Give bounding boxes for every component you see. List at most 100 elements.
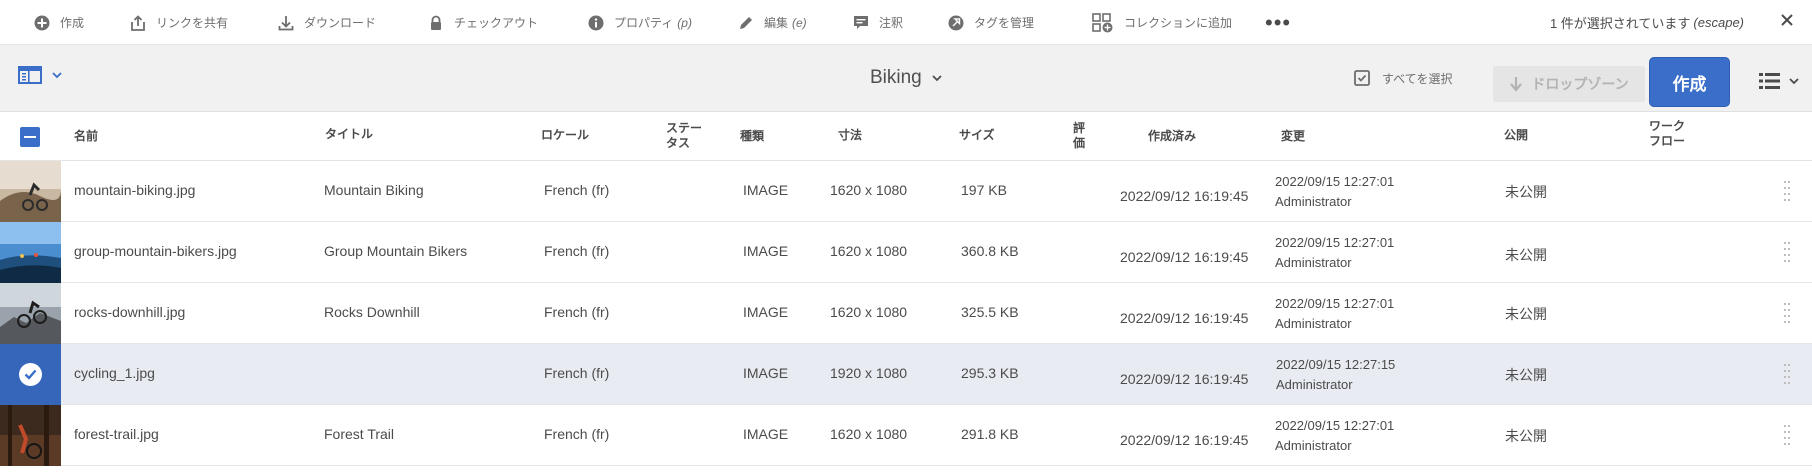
column-header-published[interactable]: 公開 [1504, 128, 1528, 143]
selection-status-text: 1 件が選択されています [1549, 16, 1691, 31]
row-name: mountain-biking.jpg [74, 182, 196, 198]
close-selection-button[interactable] [1780, 13, 1794, 32]
chevron-down-icon [1789, 78, 1799, 85]
row-title: Mountain Biking [324, 182, 424, 198]
row-dimensions: 1620 x 1080 [830, 426, 908, 442]
column-header-name[interactable]: 名前 [74, 129, 98, 144]
column-header-status[interactable]: ステー タス [666, 121, 702, 151]
info-icon [588, 15, 604, 30]
table-row[interactable]: mountain-biking.jpg Mountain Biking Fren… [0, 161, 1812, 222]
share-icon [131, 14, 145, 31]
dropzone-button[interactable]: ドロップゾーン [1493, 66, 1645, 102]
column-header-rating-line1: 評 [1073, 121, 1086, 135]
properties-action-label: プロパティ [614, 16, 674, 30]
column-header-workflow-line2: フロー [1649, 134, 1686, 148]
add-to-collection-action-label: コレクションに追加 [1124, 16, 1233, 30]
header-select-checkbox[interactable] [20, 127, 40, 147]
row-modified-date: 2022/09/15 12:27:01 [1275, 296, 1395, 311]
row-modified-date: 2022/09/15 12:27:01 [1275, 418, 1395, 433]
row-name: cycling_1.jpg [74, 365, 155, 381]
rail-toggle-button[interactable] [18, 65, 62, 85]
manage-tags-action[interactable]: タグを管理 [948, 0, 1034, 45]
row-size: 197 KB [961, 182, 1007, 198]
share-link-action[interactable]: リンクを共有 [130, 0, 228, 45]
table-row[interactable]: forest-trail.jpg Forest Trail French (fr… [0, 405, 1812, 466]
column-header-status-line1: ステー [666, 121, 703, 135]
create-action[interactable]: 作成 [34, 0, 84, 45]
row-dimensions: 1620 x 1080 [830, 304, 908, 320]
column-header-status-line2: タス [666, 136, 691, 150]
table-row[interactable]: group-mountain-bikers.jpg Group Mountain… [0, 222, 1812, 283]
row-created: 2022/09/12 16:19:45 [1120, 188, 1249, 204]
row-modified-by: Administrator [1276, 377, 1353, 392]
folder-title-dropdown[interactable]: Biking [870, 63, 942, 93]
annotate-action[interactable]: 注釈 [853, 0, 903, 45]
thumbnail-group-mountain-bikers[interactable] [0, 222, 61, 283]
select-all-label: すべてを選択 [1382, 71, 1453, 86]
drag-handle[interactable] [1784, 242, 1790, 267]
thumbnail-rocks-downhill[interactable] [0, 283, 61, 344]
row-modified-by: Administrator [1275, 316, 1352, 331]
thumbnail-cycling-1[interactable] [0, 344, 61, 405]
row-name: group-mountain-bikers.jpg [74, 243, 237, 259]
drag-handle-icon [1784, 242, 1790, 262]
rail-panel-icon [18, 66, 42, 84]
row-size: 291.8 KB [961, 426, 1019, 442]
row-type: IMAGE [743, 304, 789, 320]
checkout-action[interactable]: チェックアウト [428, 0, 538, 45]
header-bar: Biking すべてを選択 ドロップゾーン 作成 [0, 45, 1812, 112]
table-row-selected[interactable]: cycling_1.jpg French (fr) IMAGE 1920 x 1… [0, 344, 1812, 405]
row-modified-by: Administrator [1275, 255, 1352, 270]
row-size: 360.8 KB [961, 243, 1019, 259]
row-published: 未公開 [1505, 306, 1547, 322]
row-locale: French (fr) [544, 182, 610, 198]
row-locale: French (fr) [544, 243, 610, 259]
column-header-type[interactable]: 種類 [740, 129, 764, 144]
view-switcher[interactable] [1759, 72, 1799, 90]
column-header-size[interactable]: サイズ [959, 128, 995, 143]
select-all-button[interactable]: すべてを選択 [1354, 64, 1452, 92]
row-title: Group Mountain Bikers [324, 243, 468, 259]
create-action-label: 作成 [60, 16, 85, 30]
selection-escape-hotkey: (escape) [1693, 15, 1744, 30]
thumbnail-mountain-biking[interactable] [0, 161, 61, 222]
drag-handle[interactable] [1784, 425, 1790, 450]
create-button-label: 作成 [1672, 74, 1707, 94]
folder-title: Biking [870, 67, 922, 88]
download-action[interactable]: ダウンロード [278, 0, 376, 45]
properties-hotkey: (p) [677, 15, 692, 30]
table-row[interactable]: rocks-downhill.jpg Rocks Downhill French… [0, 283, 1812, 344]
collection-add-icon [1092, 12, 1113, 32]
drag-handle[interactable] [1784, 181, 1790, 206]
chevron-down-icon [932, 75, 942, 82]
column-header-locale[interactable]: ロケール [541, 128, 589, 143]
column-header-workflow[interactable]: ワーク フロー [1649, 119, 1685, 149]
download-action-label: ダウンロード [304, 16, 377, 30]
column-header-title[interactable]: タイトル [325, 127, 373, 142]
create-button[interactable]: 作成 [1650, 58, 1729, 106]
row-type: IMAGE [743, 182, 789, 198]
column-header-created[interactable]: 作成済み [1148, 129, 1196, 144]
thumbnail-forest-trail[interactable] [0, 405, 61, 466]
column-header-dimensions[interactable]: 寸法 [838, 128, 862, 143]
add-to-collection-action[interactable]: コレクションに追加 [1092, 0, 1232, 45]
edit-action[interactable]: 編集 (e) [738, 0, 807, 45]
column-header-rating[interactable]: 評 価 [1073, 121, 1085, 151]
row-name: rocks-downhill.jpg [74, 304, 186, 320]
annotate-action-label: 注釈 [879, 16, 904, 30]
drag-handle[interactable] [1784, 303, 1790, 328]
add-circle-icon [34, 15, 50, 30]
row-modified-by: Administrator [1275, 194, 1352, 209]
row-published: 未公開 [1505, 247, 1547, 263]
row-dimensions: 1620 x 1080 [830, 243, 908, 259]
more-actions-button[interactable]: ••• [1265, 0, 1291, 45]
row-title: Forest Trail [324, 426, 395, 442]
selected-check-icon [19, 363, 42, 386]
properties-action[interactable]: プロパティ (p) [588, 0, 692, 45]
row-type: IMAGE [743, 426, 789, 442]
column-header-modified[interactable]: 変更 [1281, 129, 1305, 144]
row-created: 2022/09/12 16:19:45 [1120, 310, 1249, 326]
selection-status: 1 件が選択されています (escape) [1550, 0, 1744, 45]
drag-handle[interactable] [1784, 364, 1790, 389]
row-modified-date: 2022/09/15 12:27:15 [1276, 357, 1396, 372]
